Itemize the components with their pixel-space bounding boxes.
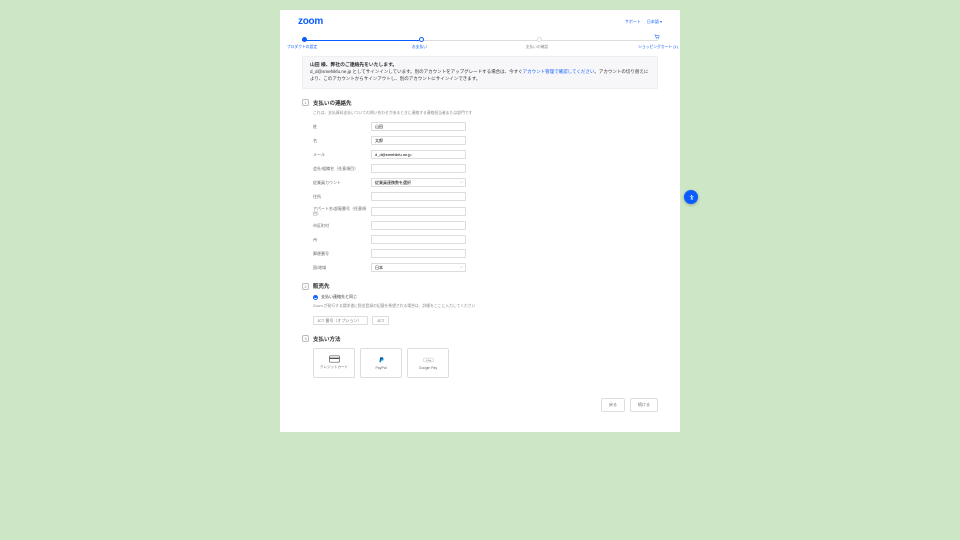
account-manage-link[interactable]: アカウント管理で確認してください [523, 69, 595, 74]
svg-text:G Pay: G Pay [425, 360, 430, 362]
employee-count-label: 従業員カウント [313, 180, 371, 185]
apt-label: アパート名/部屋番号（任意項目） [313, 206, 371, 216]
step-1-label: プロダクトの設定 [287, 45, 317, 50]
step-3-label: 支払いの確認 [526, 45, 549, 50]
credit-card-icon [329, 355, 340, 363]
city-label: 市区町村 [313, 223, 371, 228]
step-2-label: お支払い [412, 45, 427, 50]
support-link[interactable]: サポート [625, 19, 641, 25]
country-label: 国/地域 [313, 265, 371, 270]
section-3-title: 支払い方法 [313, 335, 341, 343]
first-name-label: 名 [313, 138, 371, 143]
company-label: 会社/組織名（任意項目） [313, 166, 371, 171]
section-2-subtitle: Zoom が発行する請求書に税金登録の記載を希望される場合は、詳細をここに入力し… [313, 304, 658, 309]
banner-title: 山田 様、弊社のご連絡先をいたします。 [310, 63, 397, 68]
same-as-billing-radio[interactable]: 支払い連絡先と同じ [313, 294, 658, 300]
zip-input[interactable] [371, 249, 466, 258]
payment-paypal[interactable]: PayPal [360, 348, 402, 378]
city-input[interactable] [371, 221, 466, 230]
payment-credit-card[interactable]: クレジットカード [313, 348, 355, 378]
account-banner: 山田 様、弊社のご連絡先をいたします。 d_d@smehikfu.ne.jp と… [302, 56, 658, 89]
section-2-title: 販売先 [313, 282, 330, 290]
section-1-badge: 1 [302, 99, 309, 106]
paypal-icon [376, 356, 387, 364]
email-label: メール [313, 152, 371, 157]
language-selector[interactable]: 日本語 ▾ [647, 19, 662, 25]
zip-label: 郵便番号 [313, 251, 371, 256]
address-label: 住所 [313, 194, 371, 199]
radio-icon [313, 295, 318, 300]
section-2-badge: 2 [302, 283, 309, 290]
section-3-badge: 3 [302, 335, 309, 342]
section-1-title: 支払いの連絡先 [313, 99, 352, 107]
address-input[interactable] [371, 192, 466, 201]
accessibility-icon [688, 194, 695, 201]
jct-number-input[interactable] [313, 316, 368, 325]
accessibility-float-button[interactable] [684, 190, 698, 204]
email-input[interactable] [371, 150, 466, 159]
step-cart-label[interactable]: ショッピングカート (1) [638, 45, 678, 50]
employee-count-select[interactable] [371, 178, 466, 187]
payment-google-pay[interactable]: G Pay Google Pay [407, 348, 449, 378]
first-name-input[interactable] [371, 136, 466, 145]
apt-input[interactable] [371, 207, 466, 216]
state-input[interactable] [371, 235, 466, 244]
last-name-label: 姓 [313, 124, 371, 129]
jct-button[interactable]: JCT [372, 316, 389, 325]
last-name-input[interactable] [371, 122, 466, 131]
country-select[interactable] [371, 263, 466, 272]
cart-icon [654, 34, 660, 40]
continue-button[interactable]: 続ける [630, 398, 658, 412]
back-button[interactable]: 戻る [601, 398, 625, 412]
company-input[interactable] [371, 164, 466, 173]
zoom-logo: zoom [298, 16, 323, 27]
gpay-icon: G Pay [423, 356, 434, 364]
state-label: 州 [313, 237, 371, 242]
section-1-subtitle: これは、支払資料支払いついての問い合わせがあるときに連絡する連絡担当者または部門… [313, 111, 658, 116]
progress-stepper: プロダクトの設定 お支払い 支払いの確認 ショッピングカート (1) [302, 38, 658, 50]
